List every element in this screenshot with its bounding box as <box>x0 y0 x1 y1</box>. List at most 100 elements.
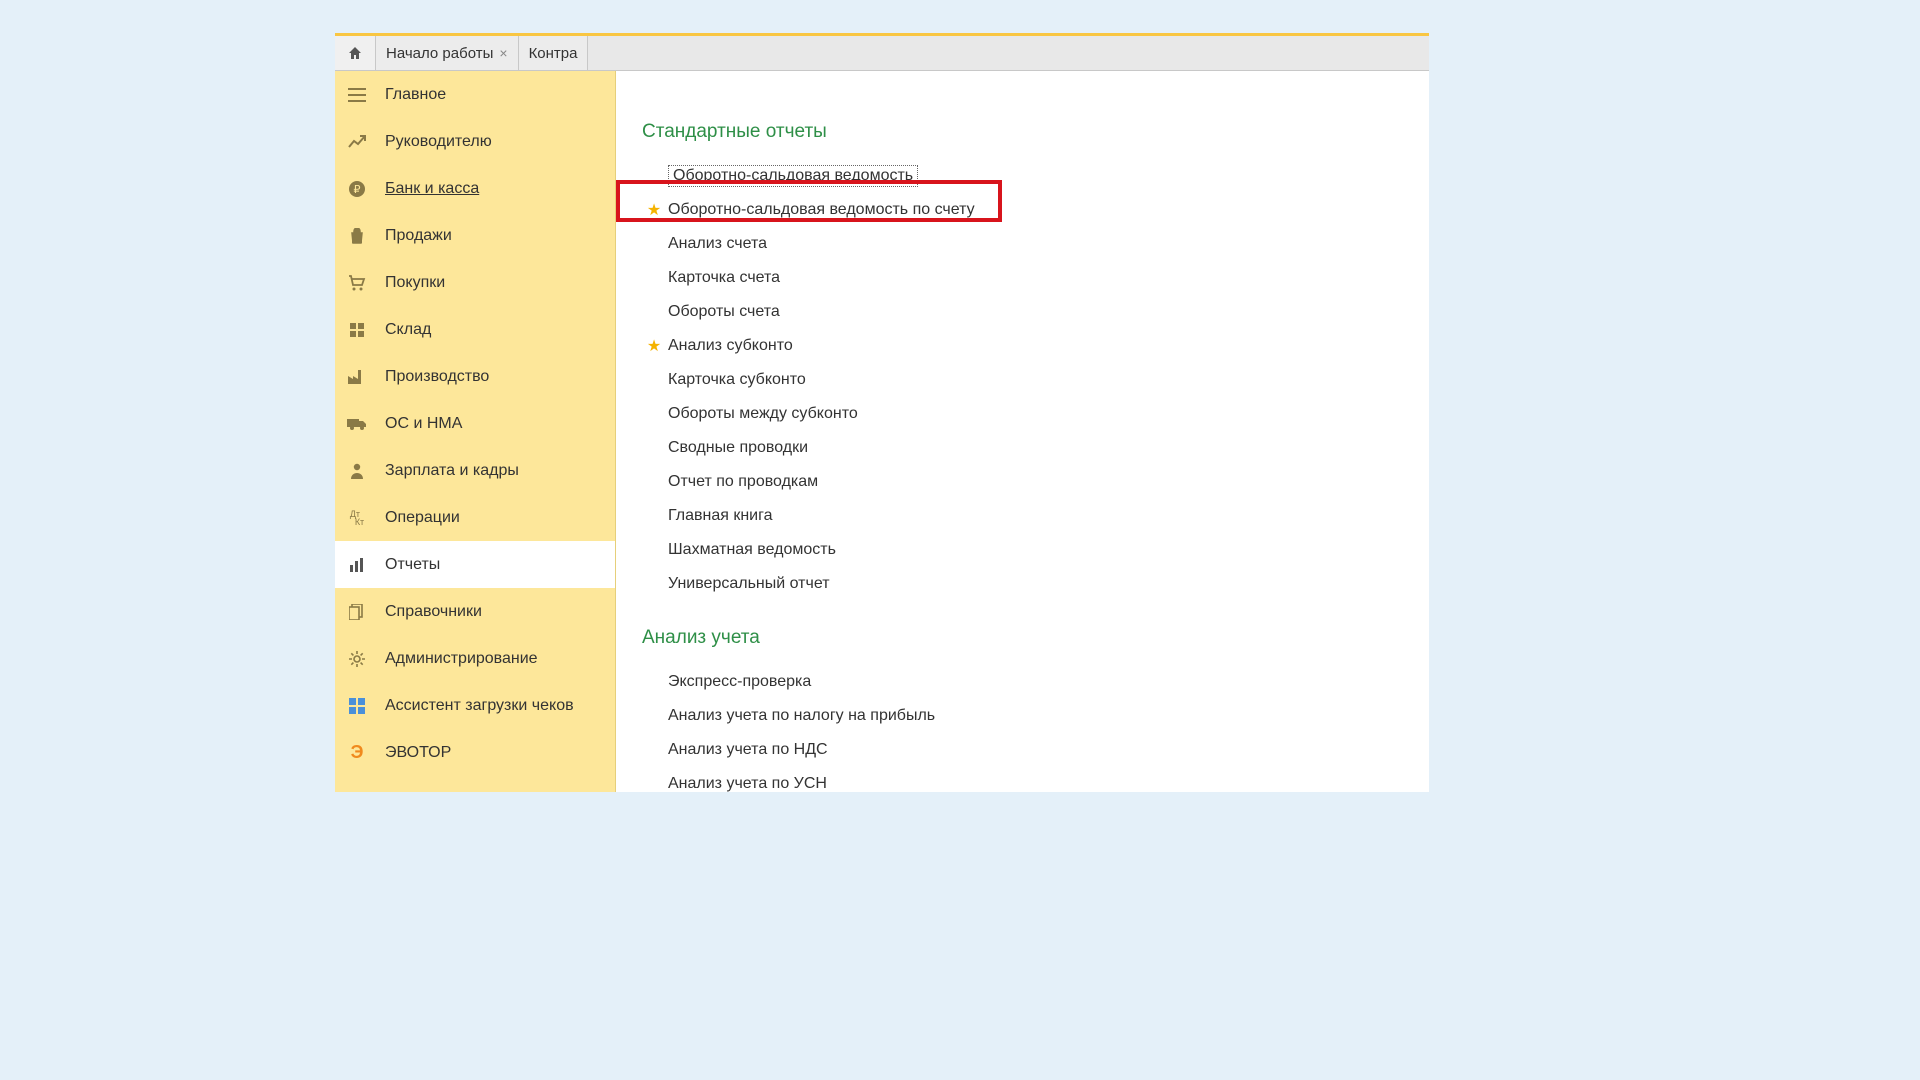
sidebar-item-sales[interactable]: Продажи <box>335 212 615 259</box>
report-account-turnover[interactable]: ★ Обороты счета <box>646 295 1429 329</box>
report-label: Универсальный отчет <box>668 575 830 593</box>
sidebar-item-admin[interactable]: Администрирование <box>335 635 615 682</box>
star-icon: ★ <box>646 540 662 560</box>
dtkt-icon: Дт Кт <box>345 510 369 526</box>
star-icon: ★ <box>646 268 662 288</box>
star-icon: ★ <box>646 336 662 356</box>
report-label: Обороты счета <box>668 303 780 321</box>
report-vat[interactable]: ★ Анализ учета по НДС <box>646 733 1429 767</box>
sidebar-item-manager[interactable]: Руководителю <box>335 118 615 165</box>
section-title-standard: Стандартные отчеты <box>642 121 1429 143</box>
report-label: Анализ учета по налогу на прибыль <box>668 707 935 725</box>
sidebar-item-main[interactable]: Главное <box>335 71 615 118</box>
factory-icon <box>345 369 369 385</box>
app-window: Начало работы × Контра Главное Руководит… <box>335 33 1429 792</box>
report-label: Анализ субконто <box>668 337 793 355</box>
sidebar-item-label: Зарплата и кадры <box>385 462 519 480</box>
sidebar-item-label: Ассистент загрузки чеков <box>385 697 574 715</box>
standard-reports-list: ★ Оборотно-сальдовая ведомость ★ Оборотн… <box>646 159 1429 601</box>
star-icon: ★ <box>646 506 662 526</box>
report-profit-tax[interactable]: ★ Анализ учета по налогу на прибыль <box>646 699 1429 733</box>
tiles-icon <box>345 698 369 714</box>
star-icon: ★ <box>646 574 662 594</box>
star-icon: ★ <box>646 166 662 186</box>
report-osv[interactable]: ★ Оборотно-сальдовая ведомость <box>646 159 1429 193</box>
report-universal[interactable]: ★ Универсальный отчет <box>646 567 1429 601</box>
tab-home[interactable] <box>335 36 376 70</box>
home-icon <box>347 45 363 61</box>
star-icon: ★ <box>646 774 662 794</box>
report-label: Оборотно-сальдовая ведомость по счету <box>668 201 975 219</box>
sidebar-item-assistant[interactable]: Ассистент загрузки чеков <box>335 682 615 729</box>
report-label: Шахматная ведомость <box>668 541 836 559</box>
report-summary-entries[interactable]: ★ Сводные проводки <box>646 431 1429 465</box>
star-icon: ★ <box>646 740 662 760</box>
report-between-subconto[interactable]: ★ Обороты между субконто <box>646 397 1429 431</box>
report-label: Оборотно-сальдовая ведомость <box>668 165 918 187</box>
sidebar-item-label: Руководителю <box>385 133 492 151</box>
body: Главное Руководителю ₽ Банк и касса Прод… <box>335 71 1429 792</box>
menu-icon <box>345 88 369 102</box>
truck-icon <box>345 417 369 431</box>
ruble-icon: ₽ <box>345 180 369 198</box>
evotor-icon: Э <box>345 742 369 763</box>
bar-chart-icon <box>345 557 369 573</box>
sidebar-item-label: Склад <box>385 321 431 339</box>
report-label: Анализ учета по НДС <box>668 741 828 759</box>
report-usn[interactable]: ★ Анализ учета по УСН <box>646 767 1429 801</box>
section-title-analysis: Анализ учета <box>642 627 1429 649</box>
svg-text:₽: ₽ <box>354 184 361 196</box>
grid-icon <box>345 322 369 338</box>
sidebar-item-label: ЭВОТОР <box>385 744 451 762</box>
report-label: Отчет по проводкам <box>668 473 818 491</box>
sidebar-item-warehouse[interactable]: Склад <box>335 306 615 353</box>
report-label: Главная книга <box>668 507 773 525</box>
report-account-analysis[interactable]: ★ Анализ счета <box>646 227 1429 261</box>
report-osv-account[interactable]: ★ Оборотно-сальдовая ведомость по счету <box>646 193 1429 227</box>
sidebar-item-assets[interactable]: ОС и НМА <box>335 400 615 447</box>
star-icon: ★ <box>646 706 662 726</box>
star-icon: ★ <box>646 472 662 492</box>
report-general-ledger[interactable]: ★ Главная книга <box>646 499 1429 533</box>
sidebar-item-label: Справочники <box>385 603 482 621</box>
close-icon[interactable]: × <box>499 45 507 61</box>
star-icon: ★ <box>646 672 662 692</box>
gear-icon <box>345 651 369 667</box>
report-label: Экспресс-проверка <box>668 673 811 691</box>
star-icon: ★ <box>646 234 662 254</box>
copies-icon <box>345 604 369 620</box>
star-icon: ★ <box>646 404 662 424</box>
tab-label: Контра <box>529 45 578 62</box>
sidebar-item-label: Банк и касса <box>385 180 479 198</box>
report-subconto-card[interactable]: ★ Карточка субконто <box>646 363 1429 397</box>
report-account-card[interactable]: ★ Карточка счета <box>646 261 1429 295</box>
content-area: Стандартные отчеты ★ Оборотно-сальдовая … <box>616 71 1429 792</box>
sidebar-item-production[interactable]: Производство <box>335 353 615 400</box>
sidebar-item-label: Производство <box>385 368 489 386</box>
sidebar-item-operations[interactable]: Дт Кт Операции <box>335 494 615 541</box>
bag-icon <box>345 228 369 244</box>
report-label: Карточка субконто <box>668 371 806 389</box>
report-subconto-analysis[interactable]: ★ Анализ субконто <box>646 329 1429 363</box>
report-label: Сводные проводки <box>668 439 808 457</box>
sidebar-item-catalogs[interactable]: Справочники <box>335 588 615 635</box>
star-icon: ★ <box>646 302 662 322</box>
tab-start[interactable]: Начало работы × <box>376 36 519 70</box>
report-express-check[interactable]: ★ Экспресс-проверка <box>646 665 1429 699</box>
star-icon: ★ <box>646 370 662 390</box>
person-icon <box>345 463 369 479</box>
sidebar: Главное Руководителю ₽ Банк и касса Прод… <box>335 71 616 792</box>
sidebar-item-salary[interactable]: Зарплата и кадры <box>335 447 615 494</box>
tab-contractors[interactable]: Контра <box>519 36 589 70</box>
sidebar-item-reports[interactable]: Отчеты <box>335 541 615 588</box>
sidebar-item-bank[interactable]: ₽ Банк и касса <box>335 165 615 212</box>
report-label: Карточка счета <box>668 269 780 287</box>
report-label: Анализ счета <box>668 235 767 253</box>
cart-icon <box>345 275 369 291</box>
report-label: Анализ учета по УСН <box>668 775 827 793</box>
sidebar-item-purchases[interactable]: Покупки <box>335 259 615 306</box>
report-entries[interactable]: ★ Отчет по проводкам <box>646 465 1429 499</box>
sidebar-item-label: ОС и НМА <box>385 415 462 433</box>
report-chess[interactable]: ★ Шахматная ведомость <box>646 533 1429 567</box>
sidebar-item-evotor[interactable]: Э ЭВОТОР <box>335 729 615 776</box>
